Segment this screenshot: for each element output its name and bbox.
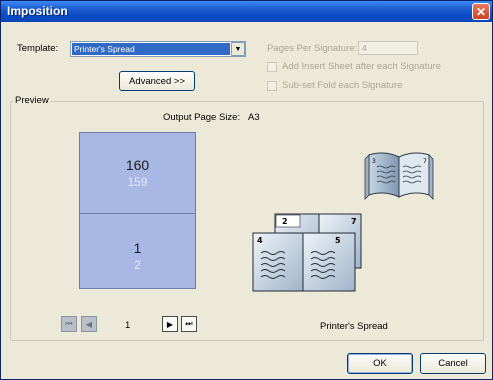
- preview-caption: Printer's Spread: [320, 321, 388, 332]
- title-bar[interactable]: Imposition ✕: [1, 1, 492, 22]
- signature-stack-icon: 2 7 4 5: [252, 213, 362, 292]
- imposition-dialog: Imposition ✕ Template: Printer's Spread …: [0, 0, 493, 380]
- ok-button[interactable]: OK: [347, 353, 413, 374]
- signature-page-4: 4: [257, 236, 263, 245]
- next-page-icon: ▶: [166, 319, 174, 329]
- previous-page-icon: ◀: [85, 319, 93, 329]
- signature-page-2: 2: [282, 217, 288, 226]
- previous-page-button[interactable]: ◀: [81, 316, 97, 332]
- first-page-button[interactable]: ⏮: [61, 316, 77, 332]
- preview-legend: Preview: [13, 95, 51, 106]
- current-page-number: 1: [125, 320, 131, 331]
- pages-per-signature-label: Pages Per Signature:: [267, 43, 358, 54]
- svg-text:7: 7: [423, 158, 427, 165]
- window-title: Imposition: [7, 4, 68, 18]
- signature-page-7: 7: [351, 217, 357, 226]
- signature-page-5: 5: [335, 236, 341, 245]
- first-page-icon: ⏮: [65, 319, 73, 328]
- add-insert-sheet-label: Add Insert Sheet after each Signature: [282, 61, 441, 72]
- close-button[interactable]: ✕: [472, 3, 490, 20]
- last-page-icon: ⏭: [185, 319, 193, 328]
- cancel-button[interactable]: Cancel: [420, 353, 486, 374]
- output-page-size-value: A3: [248, 112, 260, 123]
- booklet-icon: 3 7: [364, 152, 434, 200]
- fold-line: [80, 213, 195, 214]
- template-label: Template:: [17, 43, 59, 54]
- close-icon: ✕: [475, 4, 487, 19]
- last-page-button[interactable]: ⏭: [181, 316, 197, 332]
- add-insert-sheet-checkbox[interactable]: [267, 62, 277, 72]
- bottom-front-page-number: 1: [133, 240, 142, 256]
- template-select[interactable]: Printer's Spread ▼: [70, 41, 246, 57]
- chevron-down-icon[interactable]: ▼: [231, 42, 245, 56]
- bottom-back-page-number: 2: [134, 258, 141, 272]
- top-back-page-number: 159: [127, 175, 148, 189]
- pages-per-signature-input[interactable]: 4: [358, 41, 418, 55]
- subset-fold-checkbox[interactable]: [267, 81, 277, 91]
- advanced-button[interactable]: Advanced >>: [119, 71, 195, 91]
- sheet-preview: 160 159 1 2: [79, 132, 196, 289]
- next-page-button[interactable]: ▶: [162, 316, 178, 332]
- output-page-size-label: Output Page Size:: [163, 112, 241, 123]
- template-select-value: Printer's Spread: [72, 43, 230, 55]
- booklet-page-number: 3: [372, 158, 376, 165]
- top-front-page-number: 160: [125, 157, 150, 173]
- subset-fold-label: Sub-set Fold each Signature: [282, 80, 403, 91]
